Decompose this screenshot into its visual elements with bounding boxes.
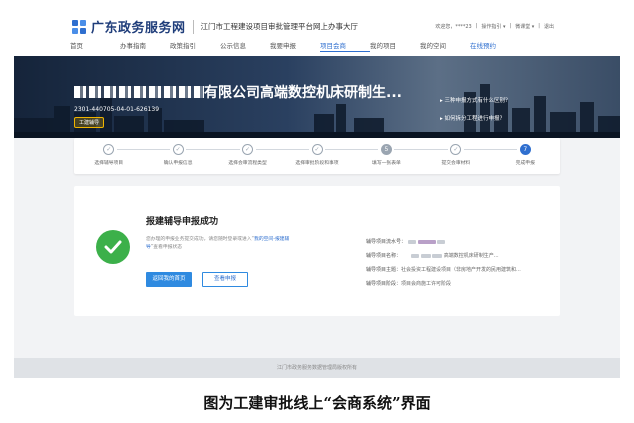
progress-step: ✓ 选择辅导项目 xyxy=(74,144,144,166)
main-nav: 首页 办事指南 政策指引 公示信息 我要申报 项目会商 我的项目 我的空间 在线预约 xyxy=(70,40,520,52)
progress-step: ✓ 选择会审流程类型 xyxy=(213,144,283,166)
site-logo[interactable]: 广东政务服务网 江门市工程建设项目审批管理平台网上办事大厅 xyxy=(72,17,358,36)
step-number: 5 xyxy=(380,144,392,155)
step-check-icon: ✓ xyxy=(242,144,254,155)
site-header: 广东政务服务网 江门市工程建设项目审批管理平台网上办事大厅 欢迎您，****23… xyxy=(14,10,620,56)
image-caption: 图为工建审批线上“会商系统”界面 xyxy=(203,394,431,412)
nav-item[interactable]: 我的项目 xyxy=(370,40,420,52)
progress-step: ✓ 选择审批阶段和事项 xyxy=(282,144,352,166)
progress-step: 5 填写一张表单 xyxy=(351,144,421,166)
nav-item[interactable]: 政策指引 xyxy=(170,40,220,52)
project-code: 2301-440705-04-01-626139 xyxy=(74,106,160,113)
brand-name: 广东政务服务网 xyxy=(91,21,186,36)
step-check-icon: ✓ xyxy=(311,144,323,155)
step-label: 确认申报信息 xyxy=(163,161,193,166)
success-title: 报建辅导申报成功 xyxy=(146,217,219,227)
nav-item[interactable]: 在线预约 xyxy=(470,40,520,52)
nav-item[interactable]: 我要申报 xyxy=(270,40,320,52)
userbar-divider: | xyxy=(509,23,512,29)
success-card: 报建辅导申报成功 您办理的申报业务提交成功，请您随时登录或进入“我的空间-报建辅… xyxy=(74,186,560,316)
userbar-divider: | xyxy=(538,23,540,29)
step-check-icon: ✓ xyxy=(450,144,462,155)
project-banner: 有限公司高端数控机床研制生... 2301-440705-04-01-62613… xyxy=(14,56,620,138)
step-label: 选择审批阶段和事项 xyxy=(295,161,339,166)
success-check-icon xyxy=(96,230,130,264)
step-label: 选择辅导项目 xyxy=(94,161,124,166)
brand-logo-icon xyxy=(72,19,86,34)
brand-divider xyxy=(192,19,194,34)
nav-item[interactable]: 我的空间 xyxy=(420,40,470,52)
nav-item[interactable]: 首页 xyxy=(70,40,120,52)
micro-class-menu[interactable]: 微课堂 ▾ xyxy=(515,23,534,30)
field-serial: 辅导项目流水号： xyxy=(366,238,546,245)
faq-link-2[interactable]: ▸ 如何拆分工程进行申报？ xyxy=(440,114,505,122)
step-check-icon: ✓ xyxy=(172,144,184,155)
step-label: 填写一张表单 xyxy=(372,161,401,166)
faq-link-1[interactable]: ▸ 三种申报方式有什么区别？ xyxy=(440,96,511,104)
step-label: 提交会审材料 xyxy=(441,161,471,166)
field-project-name: 辅导项目名称： 高端数控机床研制生产... xyxy=(366,253,499,259)
redacted-company-name xyxy=(74,86,204,98)
nav-item[interactable]: 公示信息 xyxy=(220,40,270,52)
progress-step: 7 完成申报 xyxy=(490,144,560,166)
page-footer: 江门市政务服务数据管理局版权所有 xyxy=(14,358,620,378)
step-number: 7 xyxy=(519,144,531,155)
back-home-button[interactable]: 返回我的首页 xyxy=(146,272,192,287)
step-label: 完成申报 xyxy=(515,161,535,166)
nav-item[interactable]: 办事指南 xyxy=(120,40,170,52)
user-bar: 欢迎您，****23 | 操作指引 ▾ | 微课堂 ▾ | 退出 xyxy=(435,23,554,30)
progress-steps: ✓ 选择辅导项目 ✓ 确认申报信息 ✓ 选择会审流程类型 ✓ 选择审批阶段和事项 5 填写一张表单… xyxy=(74,138,560,174)
welcome-user: 欢迎您，****23 xyxy=(435,24,472,30)
progress-step: ✓ 确认申报信息 xyxy=(143,144,213,166)
field-project-theme: 辅导项目主题：社会投资工程建设项目（非房地产开发的民用建筑和... xyxy=(366,267,521,273)
success-description: 您办理的申报业务提交成功，请您随时登录或进入“我的空间-报建辅导”查看申报状态 xyxy=(146,237,290,250)
app-window: 广东政务服务网 江门市工程建设项目审批管理平台网上办事大厅 欢迎您，****23… xyxy=(14,10,620,378)
nav-item[interactable]: 项目会商 xyxy=(320,40,370,52)
field-project-stage: 辅导项目阶段：项目会商施工许可阶段 xyxy=(366,281,452,287)
view-application-button[interactable]: 查看申报 xyxy=(202,272,248,287)
progress-step: ✓ 提交会审材料 xyxy=(421,144,491,166)
step-check-icon: ✓ xyxy=(103,144,115,155)
userbar-divider: | xyxy=(475,23,478,29)
project-tag-badge: 工建辅导 xyxy=(74,117,105,128)
platform-subtitle: 江门市工程建设项目审批管理平台网上办事大厅 xyxy=(200,22,359,31)
step-label: 选择会审流程类型 xyxy=(228,161,267,166)
logout-link[interactable]: 退出 xyxy=(544,23,554,30)
project-name: 有限公司高端数控机床研制生... xyxy=(74,82,434,102)
operation-guide-menu[interactable]: 操作指引 ▾ xyxy=(481,23,505,30)
